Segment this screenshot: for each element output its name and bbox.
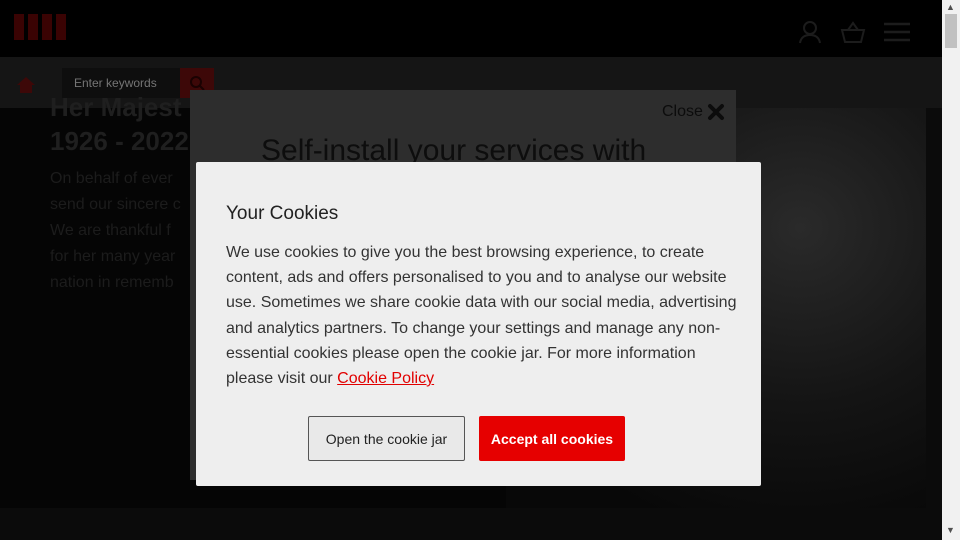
cookie-policy-link[interactable]: Cookie Policy: [337, 370, 434, 387]
scrollbar-thumb[interactable]: [945, 14, 957, 48]
home-icon[interactable]: [16, 76, 36, 99]
scrollbar[interactable]: [942, 0, 960, 540]
user-icon[interactable]: [798, 20, 822, 49]
promo-close-button[interactable]: Close: [662, 103, 725, 121]
promo-close-label: Close: [662, 103, 703, 120]
brand-logo[interactable]: [14, 14, 70, 40]
accept-all-cookies-button[interactable]: Accept all cookies: [479, 416, 625, 461]
open-cookie-jar-button[interactable]: Open the cookie jar: [308, 416, 465, 461]
hamburger-menu-icon[interactable]: [884, 22, 910, 47]
scroll-up-icon[interactable]: ▲: [946, 2, 955, 12]
cookie-dialog-text: We use cookies to give you the best brow…: [226, 240, 746, 391]
hero-title: Her Majest 1926 - 2022: [50, 92, 189, 156]
scroll-down-icon[interactable]: ▼: [946, 525, 955, 535]
hero-text: On behalf of ever send our sincere c We …: [50, 170, 181, 291]
basket-icon[interactable]: [840, 20, 866, 49]
cookie-body-text: We use cookies to give you the best brow…: [226, 244, 737, 388]
page-section: [0, 508, 926, 540]
close-icon: [707, 104, 724, 120]
cookie-dialog-title: Your Cookies: [226, 203, 339, 224]
